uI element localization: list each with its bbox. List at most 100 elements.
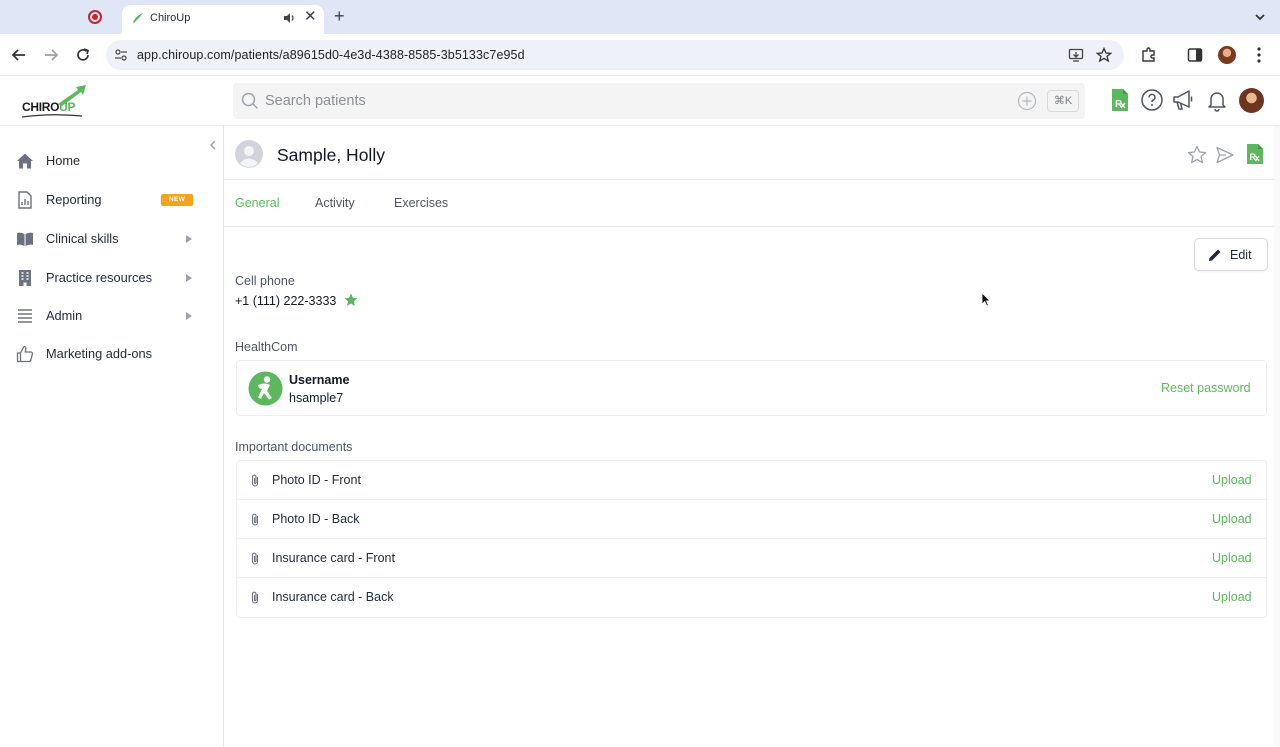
book-icon xyxy=(17,232,33,246)
thumbs-up-icon xyxy=(16,345,34,363)
reload-icon[interactable] xyxy=(74,46,92,64)
search-input[interactable] xyxy=(265,83,1005,119)
sidebar-item-reporting[interactable]: Reporting NEW xyxy=(0,183,223,217)
browser-profile-avatar[interactable] xyxy=(1218,46,1236,64)
chiroup-logo[interactable]: CHIROUP xyxy=(22,84,88,118)
edit-button-label: Edit xyxy=(1230,248,1252,262)
building-icon xyxy=(19,270,31,286)
upload-link[interactable]: Upload xyxy=(1212,551,1252,565)
extensions-puzzle-icon[interactable] xyxy=(1140,46,1158,64)
prescription-icon[interactable]: R xyxy=(1108,88,1132,112)
sidebar-item-marketing-add-ons[interactable]: Marketing add-ons xyxy=(0,337,223,371)
paperclip-icon xyxy=(251,591,259,604)
sidebar: Home Reporting NEW Clinical skills Pract… xyxy=(0,126,224,747)
logo-up: UP xyxy=(59,100,76,114)
healthcom-logo-icon xyxy=(248,371,283,406)
install-app-icon[interactable] xyxy=(1068,47,1084,63)
sidebar-item-home[interactable]: Home xyxy=(0,144,223,178)
prescription-icon[interactable]: R xyxy=(1245,143,1265,165)
sidebar-item-label: Marketing add-ons xyxy=(46,346,152,361)
important-documents-label: Important documents xyxy=(235,440,353,454)
sidebar-item-label: Clinical skills xyxy=(46,231,119,246)
document-row-insurance-card-back: Insurance card - Back Upload xyxy=(237,578,1266,617)
logo-wordmark: CHIROUP xyxy=(22,100,76,114)
page-scrollbar[interactable] xyxy=(1274,126,1280,747)
tab-exercises[interactable]: Exercises xyxy=(394,196,448,210)
paperclip-icon xyxy=(251,474,259,487)
user-avatar[interactable] xyxy=(1239,88,1264,113)
tab-general[interactable]: General xyxy=(235,196,279,210)
important-documents-list: Photo ID - Front Upload Photo ID - Back … xyxy=(236,460,1267,618)
send-icon[interactable] xyxy=(1215,145,1235,165)
tab-close-button[interactable]: ✕ xyxy=(304,9,317,25)
submenu-arrow-icon xyxy=(186,274,192,282)
sidebar-item-admin[interactable]: Admin xyxy=(0,299,223,333)
patient-search-box[interactable]: ⌘K xyxy=(233,83,1085,119)
submenu-arrow-icon xyxy=(186,312,192,320)
sidebar-item-practice-resources[interactable]: Practice resources xyxy=(0,261,223,295)
app-header: CHIROUP ⌘K R xyxy=(0,76,1280,126)
document-name: Insurance card - Front xyxy=(272,551,395,565)
sidebar-item-clinical-skills[interactable]: Clinical skills xyxy=(0,222,223,256)
document-row-photo-id-front: Photo ID - Front Upload xyxy=(237,461,1266,500)
chevron-down-icon[interactable] xyxy=(1252,9,1268,25)
healthcom-card: Username hsample7 Reset password xyxy=(236,360,1267,416)
paperclip-icon xyxy=(251,513,259,526)
username-label: Username xyxy=(289,373,350,387)
back-arrow-icon[interactable] xyxy=(10,46,28,64)
mouse-cursor-icon xyxy=(981,292,991,307)
home-icon xyxy=(17,153,33,169)
document-name: Insurance card - Back xyxy=(272,590,394,604)
new-badge: NEW xyxy=(161,194,193,206)
recording-icon[interactable] xyxy=(88,10,102,24)
document-row-photo-id-back: Photo ID - Back Upload xyxy=(237,500,1266,539)
document-name: Photo ID - Back xyxy=(272,512,360,526)
add-patient-icon[interactable] xyxy=(1017,91,1037,111)
sidebar-item-label: Reporting xyxy=(46,192,102,207)
browser-tab-chiroup[interactable]: ChiroUp ✕ xyxy=(122,5,324,34)
upload-link[interactable]: Upload xyxy=(1212,590,1252,604)
cell-phone-value: +1 (111) 222-3333 xyxy=(235,294,337,308)
bookmark-star-icon[interactable] xyxy=(1096,47,1112,63)
logo-chiro: CHIRO xyxy=(22,100,60,114)
document-row-insurance-card-front: Insurance card - Front Upload xyxy=(237,539,1266,578)
megaphone-icon[interactable] xyxy=(1171,88,1195,112)
address-bar[interactable]: app.chiroup.com/patients/a89615d0-4e3d-4… xyxy=(106,40,1124,70)
reset-password-link[interactable]: Reset password xyxy=(1161,381,1251,395)
notification-bell-icon[interactable] xyxy=(1205,88,1229,112)
new-tab-button[interactable]: + xyxy=(334,6,345,26)
cell-phone-label: Cell phone xyxy=(235,274,295,288)
browser-tab-strip: ChiroUp ✕ + xyxy=(0,0,1280,34)
side-panel-icon[interactable] xyxy=(1186,46,1204,64)
patient-header: Sample, Holly R xyxy=(224,126,1280,180)
url-text: app.chiroup.com/patients/a89615d0-4e3d-4… xyxy=(137,48,525,62)
tab-activity[interactable]: Activity xyxy=(315,196,355,210)
submenu-arrow-icon xyxy=(186,235,192,243)
paperclip-icon xyxy=(251,552,259,565)
speaker-icon[interactable] xyxy=(282,11,296,25)
favorite-star-icon[interactable] xyxy=(1187,145,1207,165)
sidebar-item-label: Practice resources xyxy=(46,270,152,285)
browser-toolbar: app.chiroup.com/patients/a89615d0-4e3d-4… xyxy=(0,34,1280,76)
upload-link[interactable]: Upload xyxy=(1212,473,1252,487)
patient-name: Sample, Holly xyxy=(277,145,385,165)
patient-avatar-icon xyxy=(235,140,263,168)
upload-link[interactable]: Upload xyxy=(1212,512,1252,526)
edit-button[interactable]: Edit xyxy=(1194,238,1268,271)
logo-swoosh-icon xyxy=(22,114,82,118)
browser-tab-title: ChiroUp xyxy=(150,12,191,24)
site-settings-icon[interactable] xyxy=(114,48,128,62)
report-icon xyxy=(18,191,32,209)
browser-menu-icon[interactable] xyxy=(1256,46,1262,64)
search-shortcut-hint: ⌘K xyxy=(1047,90,1079,112)
sidebar-item-label: Admin xyxy=(46,308,83,323)
document-name: Photo ID - Front xyxy=(272,473,361,487)
help-icon[interactable] xyxy=(1140,88,1164,112)
main-content: Sample, Holly R General Activity Exercis… xyxy=(224,126,1280,747)
chiroup-favicon-icon xyxy=(133,13,143,23)
username-value: hsample7 xyxy=(289,391,344,405)
pencil-icon xyxy=(1209,249,1221,261)
forward-arrow-icon[interactable] xyxy=(42,46,60,64)
healthcom-label: HealthCom xyxy=(235,340,298,354)
sidebar-item-label: Home xyxy=(46,153,81,168)
